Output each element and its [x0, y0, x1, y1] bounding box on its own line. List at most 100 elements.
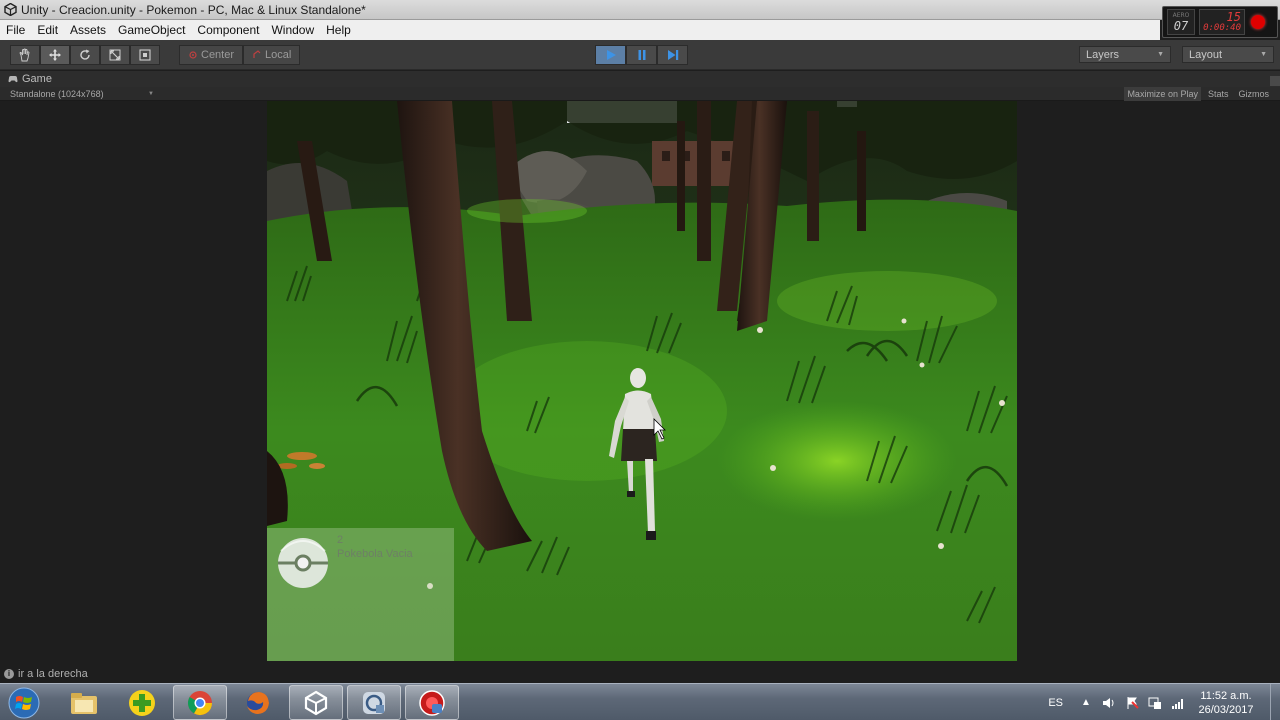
transform-tools [10, 45, 160, 65]
taskbar-chrome[interactable] [173, 685, 227, 720]
game-scene [267, 101, 1017, 661]
layers-dropdown[interactable]: Layers ▼ [1079, 46, 1171, 63]
screen: Unity - Creacion.unity - Pokemon - PC, M… [0, 0, 1280, 720]
console-last-message[interactable]: ir a la derecha [18, 668, 88, 680]
step-forward-icon [667, 50, 678, 60]
taskbar-addon-app[interactable] [115, 685, 169, 720]
clock-date: 26/03/2017 [1198, 703, 1254, 716]
menu-bar: File Edit Assets GameObject Component Wi… [0, 20, 1160, 40]
chevron-down-icon: ▼ [148, 91, 154, 97]
screen-recorder-widget[interactable]: AERO 07 15 0:00:40 [1162, 6, 1278, 38]
window-title: Unity - Creacion.unity - Pokemon - PC, M… [21, 2, 366, 17]
rect-transform-icon [139, 49, 151, 61]
recorder-timer-box: 15 0:00:40 [1199, 9, 1245, 35]
folder-icon [71, 692, 97, 714]
window-title-bar[interactable]: Unity - Creacion.unity - Pokemon - PC, M… [0, 0, 1280, 20]
pivot-center-label: Center [201, 49, 235, 61]
system-clock[interactable]: 11:52 a.m. 26/03/2017 [1194, 689, 1258, 717]
menu-gameobject[interactable]: GameObject [112, 23, 191, 37]
info-icon: i [4, 669, 14, 679]
game-viewport[interactable]: 2 Pokebola Vacia [267, 101, 1017, 661]
rotate-icon [80, 49, 90, 60]
windows-taskbar: ES ▲ 11:52 a.m. 26/03/2017 [0, 683, 1280, 720]
pivot-local-button[interactable]: Local [243, 45, 301, 65]
game-view-options: Maximize on Play Stats Gizmos [1124, 87, 1272, 101]
network-signal-icon[interactable] [1171, 696, 1185, 710]
play-controls [595, 45, 688, 65]
hud-item-count: 2 [337, 534, 344, 546]
layers-label: Layers [1086, 48, 1120, 61]
game-controller-icon [8, 76, 18, 83]
step-button[interactable] [657, 45, 688, 65]
recorder-fps: 07 [1173, 18, 1189, 33]
panel-scrollbar[interactable] [1270, 76, 1280, 86]
scale-icon [109, 49, 121, 61]
tab-game[interactable]: Game [4, 71, 56, 87]
layout-dropdown[interactable]: Layout ▼ [1182, 46, 1274, 63]
console-status-bar[interactable]: i ir a la derecha [0, 665, 1280, 683]
menu-assets[interactable]: Assets [64, 23, 112, 37]
action-center-flag-icon[interactable] [1125, 696, 1139, 710]
rect-tool-button[interactable] [130, 45, 160, 65]
taskbar-recorder[interactable] [405, 685, 459, 720]
menu-window[interactable]: Window [265, 23, 320, 37]
recorder-app-icon [419, 689, 445, 716]
move-tool-button[interactable] [40, 45, 70, 65]
language-indicator[interactable]: ES [1048, 697, 1063, 709]
taskbar-unity[interactable] [289, 685, 343, 720]
gizmos-toggle[interactable]: Gizmos [1235, 87, 1272, 101]
recorder-rec-fps: 15 [1226, 10, 1241, 24]
game-view-toolbar: Standalone (1024x768) ▼ Maximize on Play… [0, 87, 1280, 101]
scale-tool-button[interactable] [100, 45, 130, 65]
pivot-center-button[interactable]: Center [179, 45, 244, 65]
pivot-local-label: Local [265, 49, 292, 61]
record-icon[interactable] [1251, 15, 1265, 29]
resolution-dropdown[interactable]: Standalone (1024x768) [10, 87, 104, 101]
pivot-center-icon [189, 51, 197, 59]
play-icon [606, 50, 616, 60]
plus-app-icon [129, 689, 155, 716]
start-button[interactable] [6, 686, 42, 720]
rotate-tool-button[interactable] [70, 45, 100, 65]
tray-expand-icon[interactable]: ▲ [1079, 696, 1093, 710]
play-button[interactable] [595, 45, 626, 65]
editor-toolbar: Center Local Layers ▼ Layout ▼ [0, 40, 1280, 70]
unity-icon [304, 690, 328, 715]
pivot-local-icon [253, 50, 261, 58]
taskbar-monodevelop[interactable] [347, 685, 401, 720]
menu-component[interactable]: Component [191, 23, 265, 37]
recorder-time: 0:00:40 [1203, 23, 1241, 33]
tab-game-label: Game [22, 73, 52, 85]
game-tab-bar: Game [0, 71, 1280, 87]
menu-help[interactable]: Help [320, 23, 357, 37]
pause-icon [638, 50, 645, 60]
show-desktop-button[interactable] [1270, 684, 1280, 720]
menu-file[interactable]: File [0, 23, 31, 37]
chevron-down-icon: ▼ [1157, 51, 1164, 58]
display-icon[interactable] [1148, 696, 1162, 710]
system-tray: ES ▲ 11:52 a.m. 26/03/2017 [1048, 684, 1280, 720]
pause-button[interactable] [626, 45, 657, 65]
unity-logo-icon [3, 3, 17, 17]
clock-time: 11:52 a.m. [1200, 689, 1252, 702]
chevron-down-icon: ▼ [1260, 51, 1267, 58]
chrome-icon [187, 690, 212, 715]
recorder-fps-box: AERO 07 [1167, 9, 1195, 35]
firefox-icon [247, 691, 269, 714]
hud-item-name: Pokebola Vacia [337, 548, 413, 560]
taskbar-firefox[interactable] [231, 685, 285, 720]
pivot-controls: Center Local [179, 45, 301, 65]
volume-icon[interactable] [1102, 696, 1116, 710]
hand-tool-button[interactable] [10, 45, 40, 65]
layout-label: Layout [1189, 48, 1223, 61]
taskbar-explorer[interactable] [57, 685, 111, 720]
monodevelop-icon [363, 691, 385, 714]
move-arrows-icon [49, 49, 61, 61]
hand-icon [19, 48, 30, 62]
pokeball-icon [278, 538, 328, 588]
windows-logo-icon [8, 687, 40, 719]
recorder-brand: AERO [1172, 11, 1190, 19]
menu-edit[interactable]: Edit [31, 23, 64, 37]
stats-toggle[interactable]: Stats [1205, 87, 1232, 101]
maximize-on-play-toggle[interactable]: Maximize on Play [1124, 87, 1201, 101]
